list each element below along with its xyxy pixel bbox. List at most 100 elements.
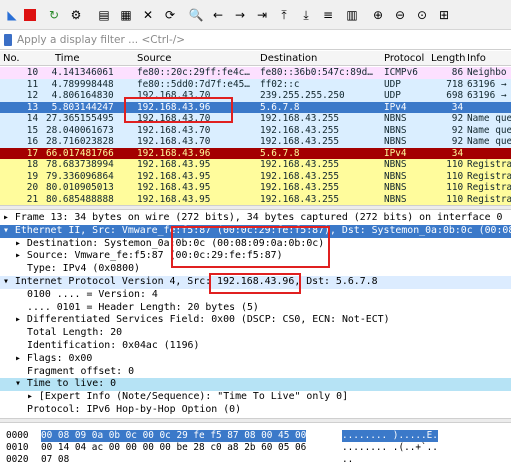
packet-info: 63196 → [467, 78, 507, 90]
options-icon[interactable]: ⚙ [68, 7, 84, 23]
bytes-hex[interactable]: 00 08 09 0a 0b 0c 00 0c 29 fe f5 87 08 0… [41, 430, 307, 442]
save-icon[interactable]: ▦ [118, 7, 134, 23]
packet-row[interactable]: 15 28.040061673 192.168.43.70 192.168.43.25… [0, 124, 511, 136]
packet-source: 192.168.43.70 [137, 113, 211, 124]
packet-destination: 5.6.7.8 [260, 147, 300, 159]
packet-row[interactable]: 10 4.141346061 fe80::20c:29ff:fe4c… fe80::3… [0, 67, 511, 79]
pane-splitter[interactable] [0, 205, 511, 210]
detail-tree-item[interactable]: Fragment offset: 0 [0, 365, 511, 379]
detail-tree-item[interactable]: Total Length: 20 [0, 327, 511, 340]
detail-tree-item[interactable]: ▾ Time to live: 0 [0, 378, 511, 392]
packet-destination: 5.6.7.8 [260, 101, 300, 113]
packet-row[interactable]: 19 79.336096864 192.168.43.95 192.168.43.25… [0, 170, 511, 182]
packet-info: Registra [467, 193, 511, 205]
detail-tree-item[interactable]: ▸ [Expert Info (Note/Sequence): "Time To… [0, 391, 511, 404]
packet-info: Name que [467, 113, 511, 124]
packet-row[interactable]: 18 78.683738994 192.168.43.95 192.168.43.25… [0, 159, 511, 171]
packet-source: fe80::5dd0:7d7f:e45… [137, 78, 250, 90]
bytes-offset: 0000 [6, 430, 29, 441]
packet-protocol: IPv4 [384, 147, 407, 159]
packet-bytes[interactable]: 0000 00 08 09 0a 0b 0c 00 0c 29 fe f5 87 … [0, 425, 511, 475]
find-icon[interactable]: 🔍 [188, 7, 204, 23]
packet-time: 66.017481766 [46, 147, 114, 159]
zoom-out-icon[interactable]: ⊖ [392, 7, 408, 23]
column-info[interactable]: Info [467, 53, 486, 64]
open-icon[interactable]: ▤ [96, 7, 112, 23]
shark-fin-icon[interactable]: ◣ [4, 7, 20, 23]
packet-length: 92 [451, 124, 464, 136]
packet-source: fe80::20c:29ff:fe4c… [137, 67, 250, 78]
bytes-hex[interactable]: 00 14 04 ac 00 00 00 00 be 28 c0 a8 2b 6… [41, 442, 306, 454]
packet-info: Registra [467, 182, 511, 193]
first-packet-icon[interactable]: ⤒ [276, 7, 292, 23]
stop-icon[interactable]: ■ [24, 8, 36, 22]
detail-tree-item[interactable]: Protocol: IPv6 Hop-by-Hop Option (0) [0, 404, 511, 417]
packet-row[interactable]: 11 4.789998448 fe80::5dd0:7d7f:e45… ff02::c… [0, 78, 511, 90]
detail-tree-item[interactable]: ▾ Ethernet II, Src: Vmware_fe:f5:87 (00:… [0, 224, 511, 238]
packet-time: 78.683738994 [46, 159, 114, 170]
packet-protocol: NBNS [384, 193, 407, 205]
packet-no: 21 [26, 193, 39, 205]
zoom-in-icon[interactable]: ⊕ [370, 7, 386, 23]
bytes-ascii[interactable]: ........ .(..+`.. [342, 442, 438, 454]
packet-time: 4.141346061 [51, 67, 114, 78]
packet-row[interactable]: 12 4.806164830 192.168.43.70 239.255.255.25… [0, 90, 511, 102]
bookmark-icon[interactable] [4, 34, 12, 46]
column-destination[interactable]: Destination [260, 53, 317, 64]
packet-destination: 239.255.255.250 [260, 90, 345, 101]
detail-tree-item[interactable]: ▸ Differentiated Services Field: 0x00 (D… [0, 314, 511, 328]
display-filter-input[interactable]: Apply a display filter ... <Ctrl-/> [17, 34, 185, 46]
reload-icon[interactable]: ⟳ [162, 7, 178, 23]
detail-tree-item[interactable]: Type: IPv4 (0x0800) [0, 263, 511, 276]
packet-destination: 192.168.43.255 [260, 124, 340, 136]
go-to-packet-icon[interactable]: ⇥ [254, 7, 270, 23]
packet-length: 698 [446, 90, 464, 101]
packet-row[interactable]: 20 80.010905013 192.168.43.95 192.168.43.25… [0, 182, 511, 194]
go-back-icon[interactable]: ← [210, 7, 226, 23]
colorize-icon[interactable]: ▥ [344, 7, 360, 23]
close-file-icon[interactable]: ✕ [140, 7, 156, 23]
packet-row[interactable]: 16 28.716023828 192.168.43.70 192.168.43.25… [0, 136, 511, 148]
resize-columns-icon[interactable]: ⊞ [436, 7, 452, 23]
detail-tree-item[interactable]: ▾ Internet Protocol Version 4, Src: 192.… [0, 276, 511, 289]
packet-source: 192.168.43.96 [137, 147, 211, 159]
packet-row[interactable]: 13 5.803144247 192.168.43.96 5.6.7.8 IPv4 34 [0, 101, 511, 113]
packet-time: 79.336096864 [46, 170, 114, 182]
normal-size-icon[interactable]: ⊙ [414, 7, 430, 23]
packet-list[interactable]: No. Time Source Destination Protocol Len… [0, 51, 511, 205]
detail-tree-item[interactable]: ▸ Flags: 0x00 [0, 352, 511, 366]
packet-length: 92 [451, 113, 464, 124]
detail-tree-item[interactable]: Identification: 0x04ac (1196) [0, 340, 511, 353]
packet-no: 14 [26, 113, 39, 124]
last-packet-icon[interactable]: ⤓ [298, 7, 314, 23]
packet-row[interactable]: 17 66.017481766 192.168.43.96 5.6.7.8 IPv4 34 [0, 147, 511, 159]
packet-protocol: NBNS [384, 159, 407, 170]
packet-protocol: NBNS [384, 182, 407, 193]
detail-tree-item[interactable]: ▸ Frame 13: 34 bytes on wire (272 bits),… [0, 212, 511, 225]
bytes-hex[interactable]: 07 08 [41, 454, 69, 466]
packet-length: 110 [446, 182, 464, 193]
column-protocol[interactable]: Protocol [384, 53, 424, 64]
packet-row[interactable]: 14 27.365155495 192.168.43.70 192.168.43.25… [0, 113, 511, 125]
pane-splitter[interactable] [0, 418, 511, 423]
column-source[interactable]: Source [137, 53, 171, 64]
column-length[interactable]: Length [431, 53, 466, 64]
packet-no: 13 [26, 101, 39, 113]
restart-icon[interactable]: ↻ [46, 7, 62, 23]
bytes-ascii[interactable]: ........ ).....E. [342, 430, 438, 442]
display-filter-bar[interactable]: Apply a display filter ... <Ctrl-/> [0, 31, 511, 50]
column-time[interactable]: Time [55, 53, 79, 64]
go-forward-icon[interactable]: → [232, 7, 248, 23]
column-no[interactable]: No. [3, 53, 20, 64]
detail-tree-item[interactable]: ▸ Source: Vmware_fe:f5:87 (00:0c:29:fe:f… [0, 250, 511, 264]
detail-tree-item[interactable]: ▸ Destination: Systemon_0a:0b:0c (00:08:… [0, 237, 511, 251]
autoscroll-icon[interactable]: ≡ [320, 7, 336, 23]
packet-row[interactable]: 21 80.685488888 192.168.43.95 192.168.43.25… [0, 193, 511, 205]
detail-tree-item[interactable]: .... 0101 = Header Length: 20 bytes (5) [0, 301, 511, 315]
packet-no: 17 [26, 147, 39, 159]
packet-destination: 192.168.43.255 [260, 159, 340, 170]
detail-tree-item[interactable]: 0100 .... = Version: 4 [0, 288, 511, 302]
packet-time: 27.365155495 [46, 113, 114, 124]
packet-details[interactable]: ▸ Frame 13: 34 bytes on wire (272 bits),… [0, 212, 511, 417]
bytes-ascii[interactable]: .. [342, 454, 353, 466]
